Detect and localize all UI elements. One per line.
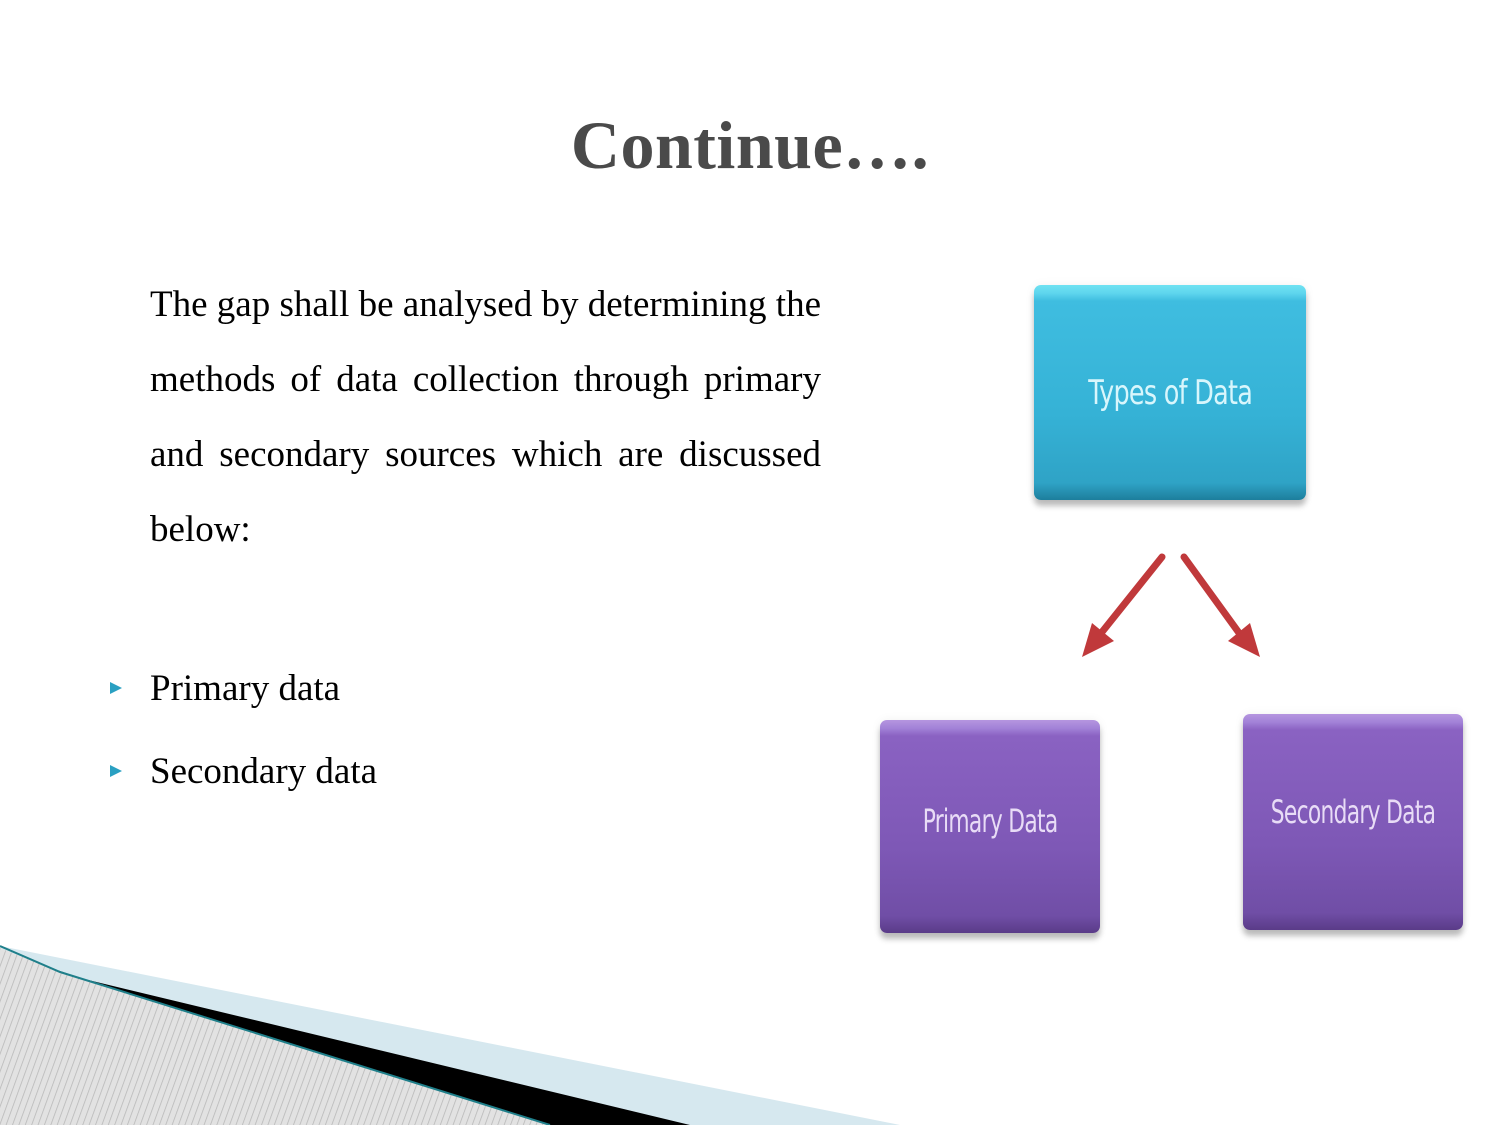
diagram-arrows (1082, 553, 1260, 657)
triangle-bullet-icon (110, 682, 122, 694)
arrow-right-icon (1180, 553, 1260, 657)
bullet-label: Secondary data (150, 751, 378, 792)
diagram-box-label: Types of Data (1088, 372, 1253, 413)
arrow-left-icon (1082, 553, 1166, 657)
slide: Continue…. The gap shall be analysed by … (0, 0, 1500, 1125)
body-paragraph: The gap shall be analysed by determining… (150, 284, 821, 550)
types-of-data-diagram: Types of Data Primary Data Secondary Dat… (860, 240, 1490, 980)
diagram-box-types-of-data: Types of Data (1034, 285, 1306, 500)
triangle-bullet-icon (110, 765, 122, 777)
slide-title: Continue…. (570, 107, 930, 183)
decorative-swoosh (0, 945, 900, 1125)
diagram-box-primary-data: Primary Data (880, 720, 1100, 933)
diagram-box-label: Secondary Data (1270, 793, 1436, 831)
diagram-box-secondary-data: Secondary Data (1243, 714, 1463, 930)
bullet-label: Primary data (150, 668, 341, 709)
diagram-box-label: Primary Data (922, 801, 1058, 840)
